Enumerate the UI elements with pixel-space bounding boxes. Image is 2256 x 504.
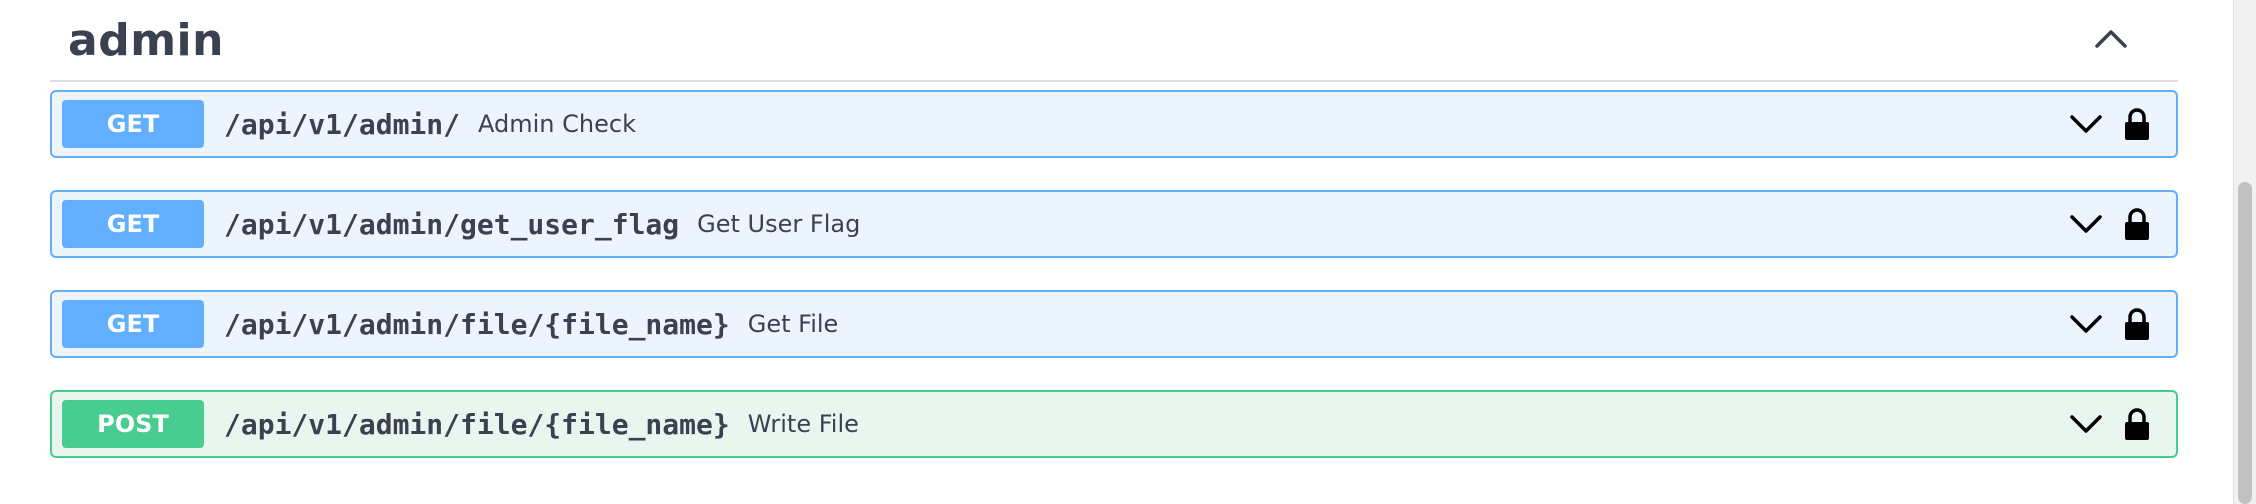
authorize-button[interactable] <box>2120 104 2154 144</box>
authorize-button[interactable] <box>2120 404 2154 444</box>
swagger-page: admin GET /api/v1/admin/ Admin Check GET… <box>0 0 2256 504</box>
vertical-scrollbar[interactable] <box>2233 0 2256 504</box>
operation-summary: Get File <box>747 310 839 338</box>
collapse-button[interactable] <box>2089 16 2133 60</box>
expand-button[interactable] <box>2064 302 2108 346</box>
chevron-down-icon <box>2070 215 2102 233</box>
chevron-up-icon <box>2095 30 2127 48</box>
operation-post-write-file[interactable]: POST /api/v1/admin/file/{file_name} Writ… <box>50 390 2178 458</box>
tag-section-header[interactable]: admin <box>50 0 2178 82</box>
method-badge: GET <box>62 300 204 348</box>
operation-icons <box>2064 192 2154 256</box>
chevron-down-icon <box>2070 415 2102 433</box>
expand-button[interactable] <box>2064 202 2108 246</box>
operation-get-user-flag[interactable]: GET /api/v1/admin/get_user_flag Get User… <box>50 190 2178 258</box>
expand-button[interactable] <box>2064 102 2108 146</box>
operation-icons <box>2064 292 2154 356</box>
operation-summary: Write File <box>747 410 859 438</box>
method-badge: POST <box>62 400 204 448</box>
operation-path: /api/v1/admin/file/{file_name} <box>224 407 730 441</box>
lock-icon <box>2125 208 2149 240</box>
operation-summary: Get User Flag <box>697 210 861 238</box>
scrollbar-thumb[interactable] <box>2238 182 2252 504</box>
operation-get-file[interactable]: GET /api/v1/admin/file/{file_name} Get F… <box>50 290 2178 358</box>
operation-get-admin-check[interactable]: GET /api/v1/admin/ Admin Check <box>50 90 2178 158</box>
operation-path: /api/v1/admin/file/{file_name} <box>224 307 730 341</box>
lock-icon <box>2125 408 2149 440</box>
operation-path: /api/v1/admin/get_user_flag <box>224 207 680 241</box>
chevron-down-icon <box>2070 315 2102 333</box>
authorize-button[interactable] <box>2120 204 2154 244</box>
operation-icons <box>2064 92 2154 156</box>
operation-summary: Admin Check <box>478 110 636 138</box>
lock-icon <box>2125 308 2149 340</box>
admin-tag-section: admin GET /api/v1/admin/ Admin Check GET… <box>50 0 2178 458</box>
operation-path: /api/v1/admin/ <box>224 107 461 141</box>
method-badge: GET <box>62 200 204 248</box>
chevron-down-icon <box>2070 115 2102 133</box>
method-badge: GET <box>62 100 204 148</box>
operation-icons <box>2064 392 2154 456</box>
expand-button[interactable] <box>2064 402 2108 446</box>
lock-icon <box>2125 108 2149 140</box>
tag-title: admin <box>68 14 224 66</box>
authorize-button[interactable] <box>2120 304 2154 344</box>
